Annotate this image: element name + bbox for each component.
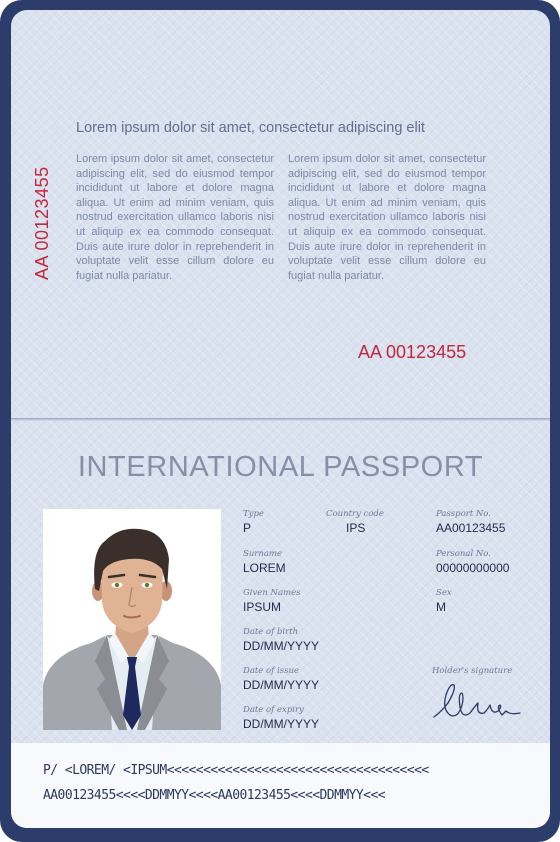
passport: AA 00123455 Lorem ipsum dolor sit amet, … [0,0,560,842]
field-personal-no: Personal No. 00000000000 [436,549,509,576]
date-of-issue-value: DD/MM/YYYY [243,678,320,692]
holder-photo-icon [43,509,221,730]
type-label: Type [243,509,264,519]
serial-number: AA 00123455 [358,342,467,362]
visa-page: AA 00123455 Lorem ipsum dolor sit amet, … [11,10,550,420]
date-of-expiry-label: Date of expiry [243,705,304,715]
given-names-label: Given Names [243,588,301,598]
machine-readable-zone: P/ <LOREM/ <IPSUM<<<<<<<<<<<<<<<<<<<<<<<… [11,743,550,828]
surname-label: Surname [243,549,282,559]
field-passport-no: Passport No. AA00123455 [436,509,505,536]
field-given-names: Given Names IPSUM [243,588,300,615]
serial-number-vertical: AA 00123455 [32,166,52,280]
signature-icon [433,684,521,718]
page-heading: Lorem ipsum dolor sit amet, consectetur … [76,120,425,136]
data-page: INTERNATIONAL PASSPORT Type P Country co… [11,421,550,828]
mrz-line-2: AA00123455<<<<DDMMYY<<<<AA00123455<<<<DD… [43,788,386,803]
date-of-issue-label: Date of issue [243,666,299,676]
field-country-code: Country code IPS [326,509,384,536]
field-signature: Holder's signature [432,666,524,723]
date-of-birth-label: Date of birth [243,627,299,637]
personal-no-label: Personal No. [436,549,491,559]
date-of-birth-value: DD/MM/YYYY [243,639,320,653]
passport-no-value: AA00123455 [436,521,506,535]
sex-label: Sex [436,588,452,598]
personal-no-value: 00000000000 [436,561,510,575]
given-names-value: IPSUM [243,600,282,614]
signature-label: Holder's signature [432,666,513,676]
sex-value: M [436,600,446,614]
document-title: INTERNATIONAL PASSPORT [77,451,484,483]
date-of-expiry-value: DD/MM/YYYY [243,717,320,731]
surname-value: LOREM [243,561,286,575]
mrz-line-1: P/ <LOREM/ <IPSUM<<<<<<<<<<<<<<<<<<<<<<<… [43,763,429,778]
passport-no-label: Passport No. [436,509,491,519]
field-date-of-birth: Date of birth DD/MM/YYYY [243,627,319,654]
type-value: P [243,521,252,535]
field-type: Type P [243,509,264,536]
field-surname: Surname LOREM [243,549,286,576]
country-code-value: IPS [346,521,366,535]
text-column-left: Lorem ipsum dolor sit amet, consectetur … [76,153,274,282]
field-sex: Sex M [436,588,452,615]
text-column-right: Lorem ipsum dolor sit amet, consectetur … [288,153,486,282]
field-date-of-issue: Date of issue DD/MM/YYYY [243,666,319,693]
country-code-label: Country code [326,509,384,519]
field-date-of-expiry: Date of expiry DD/MM/YYYY [243,705,319,732]
